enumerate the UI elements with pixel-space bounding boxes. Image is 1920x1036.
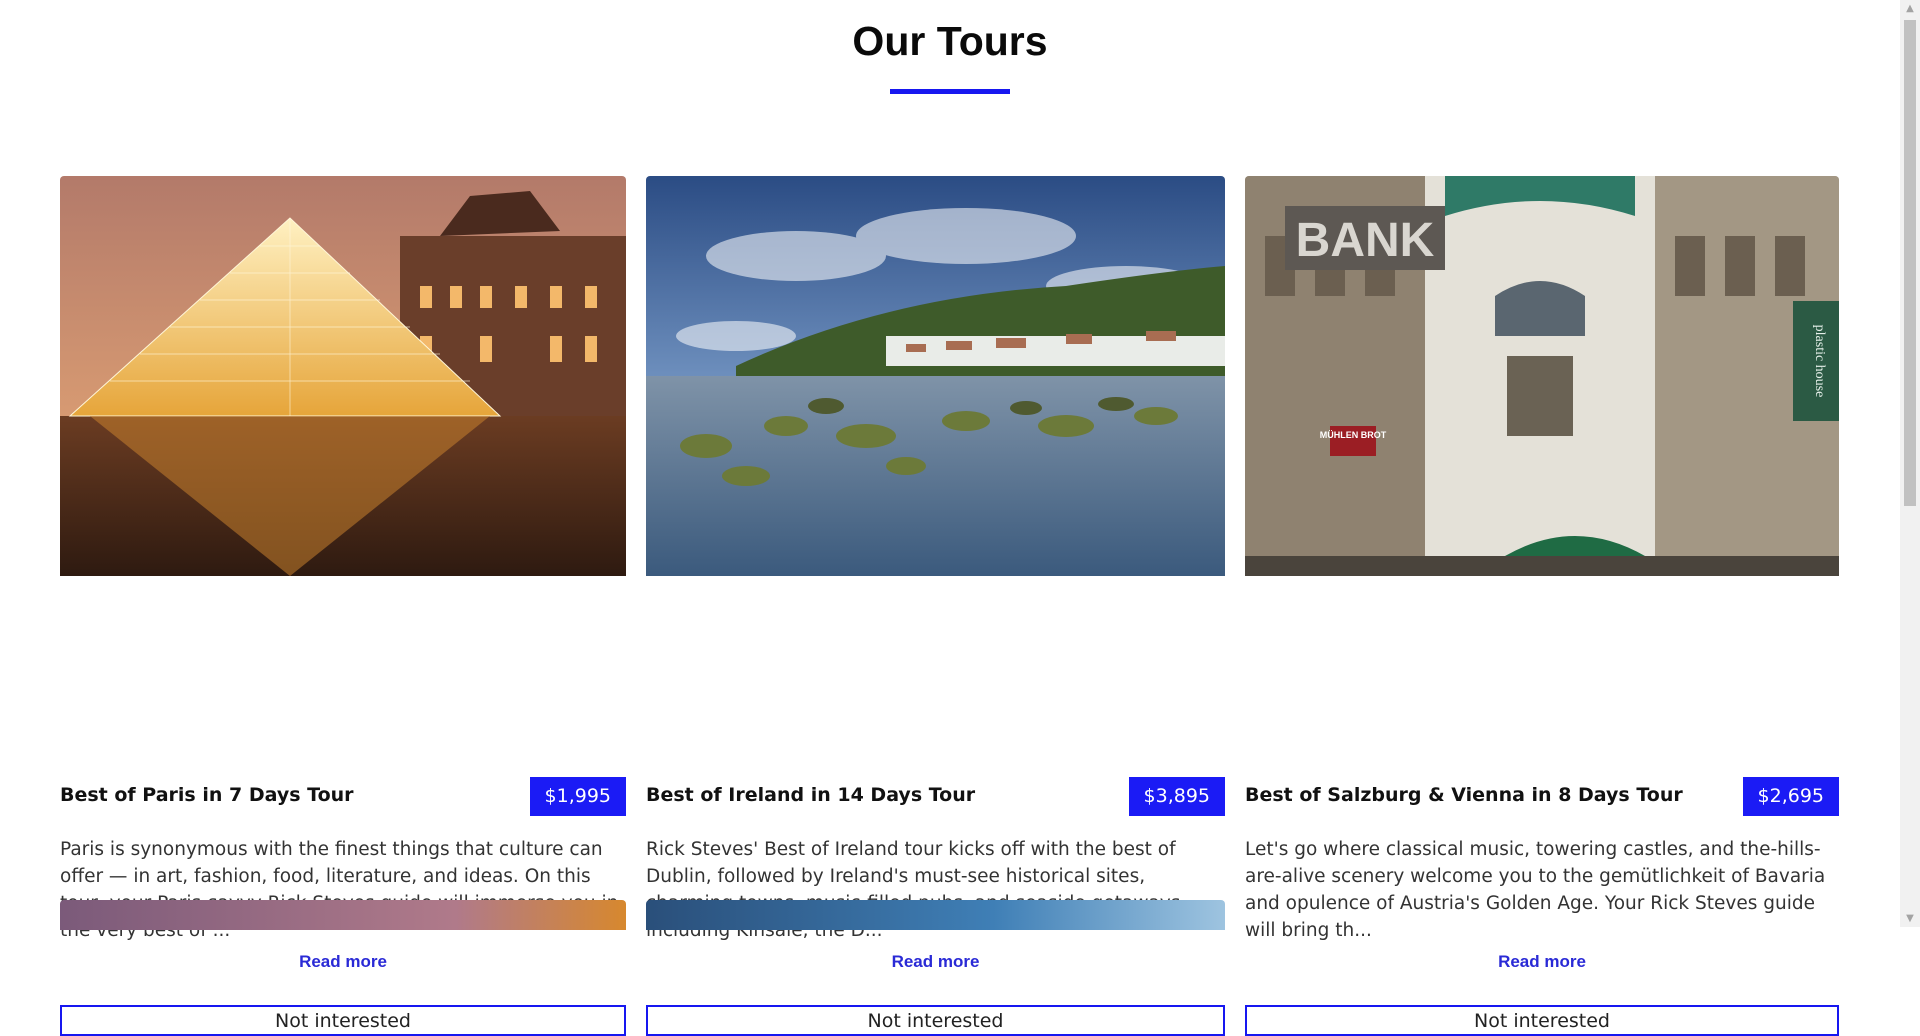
- ireland-coast-image: [646, 176, 1225, 576]
- tour-title: Best of Paris in 7 Days Tour: [60, 784, 354, 806]
- scroll-up-arrow-icon[interactable]: ▲: [1900, 0, 1920, 17]
- read-more-link[interactable]: Read more: [1245, 952, 1839, 972]
- shop-sign-text: MÜHLEN BROT: [1320, 430, 1387, 440]
- page-title: Our Tours: [852, 18, 1048, 64]
- read-more-link[interactable]: Read more: [60, 952, 626, 972]
- tour-card-partial-image: [60, 900, 626, 930]
- vertical-scrollbar[interactable]: ▲ ▼: [1900, 0, 1920, 927]
- not-interested-button[interactable]: Not interested: [1245, 1005, 1839, 1036]
- price-badge: $2,695: [1742, 777, 1839, 816]
- read-more-link[interactable]: Read more: [646, 952, 1225, 972]
- scroll-down-arrow-icon[interactable]: ▼: [1900, 910, 1920, 927]
- tour-description: Let's go where classical music, towering…: [1245, 839, 1826, 941]
- title-underline: [890, 89, 1010, 94]
- tour-title: Best of Ireland in 14 Days Tour: [646, 784, 976, 806]
- scroll-thumb[interactable]: [1904, 20, 1916, 506]
- tour-title: Best of Salzburg & Vienna in 8 Days Tour: [1245, 784, 1683, 806]
- not-interested-button[interactable]: Not interested: [646, 1005, 1225, 1036]
- price-badge: $3,895: [1128, 777, 1225, 816]
- not-interested-button[interactable]: Not interested: [60, 1005, 626, 1036]
- tour-card-partial-image: [646, 900, 1225, 930]
- side-sign-text: plastic house: [1812, 325, 1827, 398]
- vienna-street-image: BANK MÜHLEN BROT plastic house: [1245, 176, 1839, 576]
- louvre-pyramid-image: [60, 176, 626, 576]
- price-badge: $1,995: [529, 777, 626, 816]
- bank-sign-text: BANK: [1296, 214, 1435, 267]
